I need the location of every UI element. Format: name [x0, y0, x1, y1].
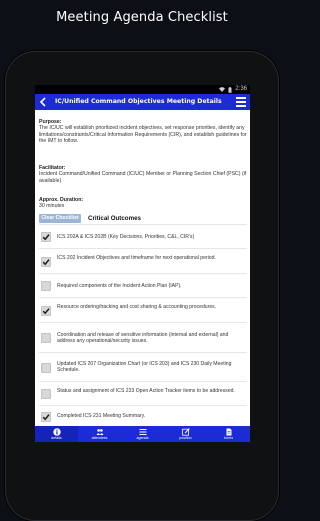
checkbox[interactable] — [41, 389, 51, 399]
bottom-nav: details attendees agenda position forms — [35, 426, 250, 442]
purpose-section: Purpose: The IC/UC will establish priori… — [39, 119, 247, 144]
checkmark-icon — [42, 414, 50, 421]
nav-attendees-label: attendees — [91, 436, 108, 440]
nav-forms[interactable]: forms — [207, 426, 250, 442]
nav-position[interactable]: position — [164, 426, 207, 442]
checkmark-icon — [42, 259, 50, 266]
back-arrow-icon[interactable] — [38, 96, 48, 108]
checkbox[interactable] — [41, 281, 51, 291]
checklist-item-text: ICS 202A & ICS 202B (Key Decisions, Prio… — [57, 234, 195, 240]
list-icon — [139, 429, 146, 435]
checklist-item-text: Coordination and release of sensitive in… — [57, 332, 229, 345]
nav-attendees[interactable]: attendees — [78, 426, 121, 442]
checkmark-icon — [42, 234, 50, 241]
edit-icon — [181, 428, 190, 436]
checklist-item-text: Updated ICS 207 Organization Chart (or I… — [57, 361, 232, 374]
nav-details-label: details — [51, 436, 62, 440]
checklist-item[interactable]: ICS 202 Incident Objectives and timefram… — [39, 248, 247, 274]
app-bar: IC/Unified Command Objectives Meeting De… — [35, 94, 250, 110]
checklist-item[interactable]: Resource ordering/tracking and cost shar… — [39, 297, 247, 323]
checkbox[interactable] — [41, 306, 51, 316]
status-icons: 2:36 — [219, 85, 247, 94]
checklist-item[interactable]: Status and assignment of ICS 233 Open Ac… — [39, 381, 247, 406]
nav-agenda-label: agenda — [136, 436, 149, 440]
checklist-toolbar: Clear Checklist Critical Outcomes — [39, 214, 249, 224]
document-icon — [226, 428, 231, 436]
checkbox[interactable] — [41, 412, 51, 422]
status-bar: 2:36 — [35, 85, 250, 94]
nav-forms-label: forms — [224, 436, 233, 440]
info-icon — [52, 428, 61, 436]
outcomes-heading: Critical Outcomes — [88, 215, 141, 222]
details-content: Purpose: The IC/UC will establish priori… — [35, 110, 250, 426]
duration-text: 30 minutes — [39, 203, 65, 210]
nav-agenda[interactable]: agenda — [121, 426, 164, 442]
promo-title: Meeting Agenda Checklist — [56, 10, 228, 25]
checklist-item-text: Resource ordering/tracking and cost shar… — [57, 304, 217, 310]
checklist-item[interactable]: Coordination and release of sensitive in… — [39, 322, 247, 353]
battery-icon — [228, 86, 232, 93]
checklist-item[interactable]: Required components of the Incident Acti… — [39, 273, 247, 298]
checklist-item-text: Completed ICS 231 Meeting Summary. — [57, 413, 146, 419]
checklist-item-text: Required components of the Incident Acti… — [57, 283, 182, 289]
app-screen: 2:36 IC/Unified Command Objectives Meeti… — [35, 85, 250, 442]
checkbox[interactable] — [41, 232, 51, 242]
wifi-icon — [219, 87, 226, 92]
checklist-item-text: ICS 202 Incident Objectives and timefram… — [57, 255, 216, 261]
checklist-item[interactable]: ICS 202A & ICS 202B (Key Decisions, Prio… — [39, 224, 247, 249]
clear-checklist-button[interactable]: Clear Checklist — [39, 214, 81, 223]
duration-section: Approx. Duration: 30 minutes — [39, 197, 247, 210]
menu-list-icon[interactable] — [236, 97, 246, 107]
screen-title: IC/Unified Command Objectives Meeting De… — [55, 98, 222, 105]
nav-position-label: position — [179, 436, 192, 440]
people-icon — [96, 429, 103, 435]
checklist-item[interactable]: Completed ICS 231 Meeting Summary. — [39, 405, 247, 426]
checklist-item[interactable]: Updated ICS 207 Organization Chart (or I… — [39, 352, 247, 382]
status-time: 2:36 — [235, 86, 247, 92]
facilitator-text: Incident Command/Unified Command (IC/UC)… — [39, 171, 247, 184]
checkbox[interactable] — [41, 257, 51, 267]
checkbox[interactable] — [41, 333, 51, 343]
checklist-item-text: Status and assignment of ICS 233 Open Ac… — [57, 388, 235, 394]
checkbox[interactable] — [41, 363, 51, 373]
nav-details[interactable]: details — [35, 426, 78, 442]
checkmark-icon — [42, 308, 50, 315]
facilitator-section: Facilitator: Incident Command/Unified Co… — [39, 165, 247, 184]
purpose-text: The IC/UC will establish prioritized inc… — [39, 125, 247, 144]
